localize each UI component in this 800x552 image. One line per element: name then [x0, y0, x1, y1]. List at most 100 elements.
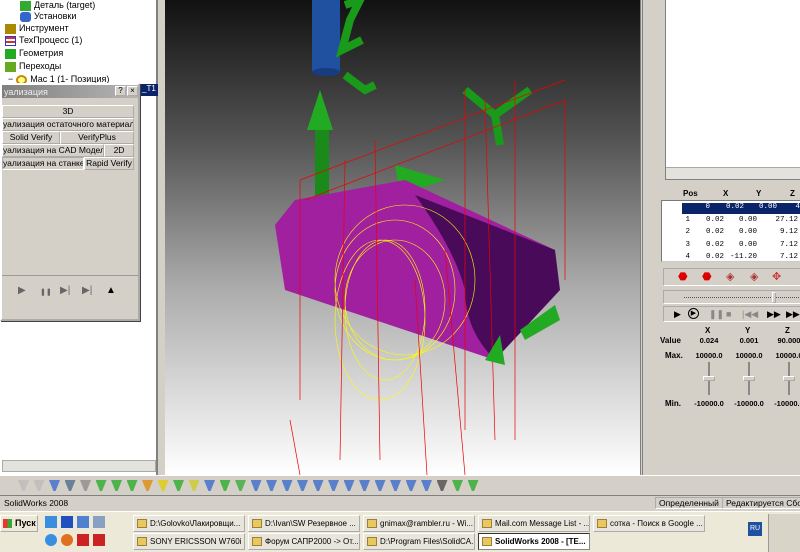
tab-verifyplus[interactable]: VerifyPlus — [60, 131, 134, 144]
firefox-icon[interactable] — [61, 534, 73, 546]
tab-3d[interactable]: 3D — [2, 105, 134, 118]
start-button[interactable]: Пуск — [0, 515, 38, 532]
save-icon[interactable] — [61, 516, 73, 528]
toolbar-tool-icon[interactable] — [405, 480, 417, 491]
timeline-thumb[interactable] — [772, 292, 776, 303]
solidcam-icon[interactable] — [93, 534, 105, 546]
tab-rapid-verify[interactable]: Rapid Verify — [84, 157, 134, 170]
position-row[interactable]: 1 0.02 0.00 27.12 — [662, 216, 800, 227]
tree-horizontal-scrollbar[interactable] — [2, 460, 156, 472]
toolbar-tool-icon[interactable] — [436, 480, 448, 491]
to-end-icon[interactable]: ▶▶| — [786, 309, 800, 320]
timeline-slider[interactable] — [663, 290, 800, 304]
toolbar-tool-icon[interactable] — [173, 480, 184, 491]
toolbar-tool-icon[interactable] — [157, 480, 169, 491]
toolbar-tool-icon[interactable] — [281, 480, 293, 491]
toolbar-tool-icon[interactable] — [64, 480, 76, 491]
rewind-icon[interactable]: |◀◀ — [742, 309, 758, 320]
marker-3-icon[interactable]: ◈ — [726, 270, 734, 283]
toolbar-tool-icon[interactable] — [219, 480, 231, 491]
axis-slider-thumb[interactable] — [783, 376, 795, 381]
selected-tree-item[interactable]: _T1 — [140, 84, 158, 96]
taskbar-button[interactable]: D:\Ivan\SW Резервное ... — [248, 515, 360, 532]
tree-item-part[interactable]: Деталь (target) — [20, 0, 95, 11]
toolbar-tool-icon[interactable] — [204, 480, 215, 491]
taskbar-button[interactable]: gnimax@rambler.ru - Wi... — [363, 515, 475, 532]
positions-table[interactable]: 00.020.0040.00 10.020.0027.1220.020.009.1… — [661, 200, 800, 262]
tree-item-geometry[interactable]: Геометрия — [5, 48, 63, 59]
taskbar-button[interactable]: сотка - Поиск в Google ... — [593, 515, 705, 532]
red-marker-icon[interactable]: ⬣ — [678, 270, 688, 283]
globe-icon[interactable] — [45, 534, 57, 546]
taskbar-button[interactable]: Mail.com Message List - ... — [478, 515, 590, 532]
axis-slider[interactable] — [783, 362, 795, 395]
taskbar-button[interactable]: Форум САПР2000 -> От... — [248, 533, 360, 550]
tree-item-operations[interactable]: Переходы — [5, 61, 61, 72]
position-row[interactable]: 2 0.02 0.00 9.12 — [662, 228, 800, 239]
toolbar-tool-icon[interactable] — [142, 480, 153, 491]
toolbar-tool-icon[interactable] — [266, 480, 277, 491]
toolbar-tool-icon[interactable] — [49, 480, 60, 491]
tree-item-tool[interactable]: Инструмент — [5, 23, 69, 34]
toolbar-tool-icon[interactable] — [328, 480, 339, 491]
play-icon[interactable]: ▶ — [18, 285, 26, 296]
toolbar-tool-icon[interactable] — [18, 480, 29, 491]
play-cycle-icon[interactable]: ▶ — [688, 308, 699, 319]
toolbar-tool-icon[interactable] — [467, 480, 479, 491]
toolbar-tool-icon[interactable] — [452, 480, 463, 491]
marker-2-icon[interactable]: ⬣ — [702, 270, 712, 283]
toolbar-tool-icon[interactable] — [343, 480, 355, 491]
tab-residual-material[interactable]: уализация остаточного материала — [2, 118, 134, 131]
toolbar-tool-icon[interactable] — [95, 480, 107, 491]
taskbar-button[interactable]: D:\Program Files\SolidCA... — [363, 533, 475, 550]
pause-icon[interactable]: ❚❚ — [40, 288, 52, 296]
toolbar-tool-icon[interactable] — [250, 480, 262, 491]
position-row[interactable]: 4 0.02 -11.20 7.12 — [662, 253, 800, 264]
tab-machine[interactable]: уализация на станке — [2, 157, 84, 170]
step-icon[interactable]: ▶| — [60, 285, 70, 296]
pause-icon[interactable]: ❚❚ — [709, 309, 724, 320]
stop-icon[interactable]: ■ — [726, 309, 731, 319]
eject-icon[interactable]: ▲ — [106, 285, 116, 296]
close-button[interactable]: × — [127, 86, 138, 96]
app-icon[interactable] — [77, 516, 89, 528]
axis-slider-thumb[interactable] — [743, 376, 755, 381]
axis-slider-thumb[interactable] — [703, 376, 715, 381]
taskbar-button[interactable]: SONY ERICSSON W760i ... — [133, 533, 245, 550]
toolbar-tool-icon[interactable] — [33, 480, 45, 491]
taskbar-button[interactable]: SolidWorks 2008 - [TE... — [478, 533, 590, 550]
ie-icon[interactable] — [45, 516, 57, 528]
position-row[interactable]: 0 0.02 0.00 40.00 — [682, 203, 800, 214]
toolbar-tool-icon[interactable] — [126, 480, 138, 491]
tab-solid-verify[interactable]: Solid Verify — [2, 131, 60, 144]
toolbar-tool-icon[interactable] — [235, 480, 246, 491]
move-icon[interactable]: ✥ — [772, 270, 781, 283]
axis-slider[interactable] — [703, 362, 715, 395]
tree-item-process[interactable]: ТехПроцесс (1) — [5, 35, 82, 46]
axis-slider[interactable] — [743, 362, 755, 395]
end-icon[interactable]: ▶| — [82, 285, 92, 296]
3d-viewport[interactable] — [165, 0, 640, 476]
fast-forward-icon[interactable]: ▶▶ — [767, 309, 781, 320]
device-icon[interactable] — [93, 516, 105, 528]
language-indicator[interactable]: RU — [748, 522, 762, 536]
solidworks-icon[interactable] — [77, 534, 89, 546]
toolbar-tool-icon[interactable] — [359, 480, 370, 491]
toolbar-tool-icon[interactable] — [188, 480, 200, 491]
toolbar-tool-icon[interactable] — [421, 480, 432, 491]
tab-cad-model[interactable]: уализация на CAD Модели — [2, 144, 104, 157]
help-button[interactable]: ? — [115, 86, 126, 96]
tree-item-setups[interactable]: Установки — [20, 11, 76, 22]
toolbar-tool-icon[interactable] — [312, 480, 324, 491]
position-row[interactable]: 3 0.02 0.00 7.12 — [662, 241, 800, 252]
info-scrollbar[interactable] — [666, 167, 800, 179]
toolbar-tool-icon[interactable] — [390, 480, 401, 491]
toolbar-tool-icon[interactable] — [80, 480, 91, 491]
tab-2d[interactable]: 2D — [104, 144, 134, 157]
marker-4-icon[interactable]: ◈ — [750, 270, 758, 283]
toolbar-tool-icon[interactable] — [374, 480, 386, 491]
taskbar-button[interactable]: D:\Golovko\Лакировщи... — [133, 515, 245, 532]
play-icon[interactable]: ▶ — [674, 309, 681, 320]
toolbar-tool-icon[interactable] — [111, 480, 122, 491]
toolbar-tool-icon[interactable] — [297, 480, 308, 491]
